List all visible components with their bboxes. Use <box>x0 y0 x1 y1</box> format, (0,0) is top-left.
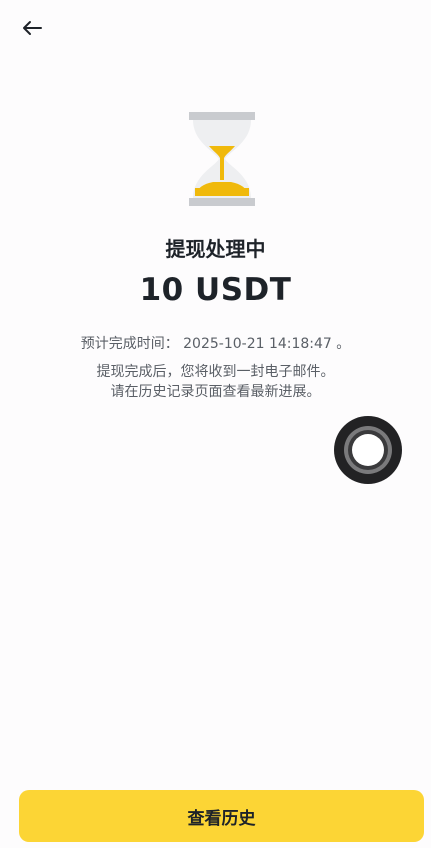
eta-text: 预计完成时间： 2025-10-21 14:18:47 。 <box>80 336 351 352</box>
assistive-touch-icon <box>344 426 392 474</box>
email-notice-text: 提现完成后，您将收到一封电子邮件。 <box>96 364 335 380</box>
hourglass-icon <box>189 112 255 206</box>
history-notice-text: 请在历史记录页面查看最新进展。 <box>110 384 321 400</box>
arrow-left-icon <box>23 21 42 35</box>
withdraw-amount: 10 USDT <box>139 272 292 308</box>
back-button[interactable] <box>18 16 46 40</box>
view-history-button[interactable]: 查看历史 <box>19 790 424 842</box>
status-title: 提现处理中 <box>165 237 266 261</box>
assistive-touch-button[interactable] <box>334 416 402 484</box>
